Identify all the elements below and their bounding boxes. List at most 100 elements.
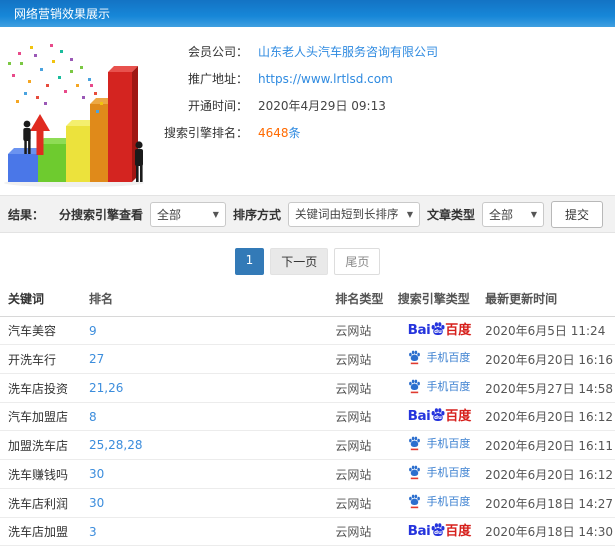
chevron-down-icon: ▼ <box>212 209 219 219</box>
updated-cell: 2020年6月18日 14:30 <box>483 517 615 546</box>
promo-url-label: 推广地址： <box>187 72 248 86</box>
sort-filter-label: 排序方式 <box>232 207 281 222</box>
open-time-value: 2020年4月29日 09:13 <box>258 99 386 113</box>
baidu-paw-icon: du <box>431 407 445 421</box>
rank-link[interactable]: 8 <box>89 410 97 424</box>
open-time-label: 开通时间： <box>187 99 248 113</box>
table-row: 汽车美容 9 云网站 Bai du 百度 2020年6月5日 11:24 <box>0 316 615 345</box>
rank-link[interactable]: 27 <box>89 352 104 366</box>
info-row-ranking-count: 搜索引擎排名： 4648 条 <box>152 119 615 146</box>
mobile-baidu-paw-icon <box>409 494 421 509</box>
mobile-baidu-paw-icon <box>409 436 421 451</box>
header-rank: 排名 <box>87 281 334 317</box>
rank-cell: 21,26 <box>87 373 334 403</box>
table-row: 洗车店投资 21,26 云网站 Bai du 百度 <box>0 373 615 403</box>
baidu-logo-text-cn: 百度 <box>445 323 472 338</box>
baidu-logo: Bai du 百度 <box>408 522 472 540</box>
info-row-company: 会员公司： 山东老人头汽车服务咨询有限公司 <box>152 38 615 65</box>
article-type-select-value: 全部 <box>488 207 513 222</box>
mobile-baidu-text: 手机百度 <box>426 495 471 508</box>
rank-cell: 30 <box>87 488 334 518</box>
header-keyword: 关键词 <box>0 281 88 317</box>
baidu-logo: Bai du 百度 <box>407 321 472 339</box>
mobile-baidu-text: 手机百度 <box>426 351 471 364</box>
bar-chart-illustration <box>0 32 152 189</box>
header-updated: 最新更新时间 <box>483 281 615 317</box>
company-link[interactable]: 山东老人头汽车服务咨询有限公司 <box>258 43 438 60</box>
page-1-button[interactable]: 1 <box>234 248 265 275</box>
mobile-baidu-logo: 手机百度 <box>408 436 470 451</box>
article-type-label: 文章类型 <box>426 207 475 222</box>
baidu-logo: Bai du 百度 <box>407 407 472 425</box>
rank-link[interactable]: 9 <box>89 324 97 338</box>
rank-type-cell: 云网站 <box>333 488 396 518</box>
submit-button[interactable]: 提交 <box>550 200 603 228</box>
table-row: 汽车加盟店 8 云网站 Bai du 百度 2020年6月20日 16:12 <box>0 402 615 431</box>
updated-cell: 2020年6月20日 16:16 <box>483 344 615 374</box>
rank-cell: 25,28,28 <box>87 430 334 460</box>
baidu-logo-text-cn: 百度 <box>445 409 472 424</box>
rank-type-cell: 云网站 <box>333 517 396 546</box>
mobile-baidu-text: 手机百度 <box>426 466 471 479</box>
ranking-count-label: 搜索引擎排名： <box>163 126 248 140</box>
ranking-count-value: 4648 <box>258 125 289 140</box>
keyword-cell: 洗车店加盟 <box>0 517 88 546</box>
keyword-cell: 开洗车行 <box>0 344 88 374</box>
mobile-baidu-text: 手机百度 <box>426 437 471 450</box>
last-page-button[interactable]: 尾页 <box>334 248 381 275</box>
rank-link[interactable]: 25,28,28 <box>89 438 142 452</box>
mobile-baidu-logo: 手机百度 <box>408 379 470 394</box>
rank-type-cell: 云网站 <box>333 402 396 431</box>
table-row: 洗车店加盟 3 云网站 Bai du 百度 2020年6月18日 14:30 <box>0 517 615 546</box>
rank-type-cell: 云网站 <box>333 316 396 345</box>
keyword-cell: 洗车店投资 <box>0 373 88 403</box>
chevron-down-icon: ▼ <box>530 209 537 219</box>
page-title: 网络营销效果展示 <box>14 7 111 21</box>
sort-select-value: 关键词由短到长排序 <box>294 207 399 221</box>
confetti-dots <box>8 44 103 113</box>
promo-url-link[interactable]: https://www.lrtlsd.com <box>258 72 393 86</box>
header-rank-type: 排名类型 <box>333 281 396 317</box>
rank-link[interactable]: 3 <box>89 525 97 539</box>
baidu-logo-text-bai: Bai <box>407 321 431 338</box>
engine-cell: Bai du 百度 <box>395 459 484 489</box>
rank-type-cell: 云网站 <box>333 344 396 374</box>
filter-controls: 分搜索引擎查看 全部 ▼ 排序方式 关键词由短到长排序 ▼ 文章类型 全部 ▼ … <box>58 200 603 228</box>
engine-cell: Bai du 百度 <box>395 344 484 374</box>
updated-cell: 2020年6月5日 11:24 <box>483 316 615 345</box>
rank-link[interactable]: 30 <box>89 496 104 510</box>
chevron-down-icon: ▼ <box>406 209 413 219</box>
next-page-button[interactable]: 下一页 <box>270 248 329 275</box>
mobile-baidu-logo: 手机百度 <box>408 350 470 365</box>
baidu-logo-text-bai: Bai <box>407 407 431 424</box>
keyword-cell: 洗车店利润 <box>0 488 88 518</box>
rank-cell: 27 <box>87 344 334 374</box>
company-label: 会员公司： <box>187 45 248 59</box>
table-row: 开洗车行 27 云网站 Bai du 百度 <box>0 344 615 374</box>
updated-cell: 2020年5月27日 14:58 <box>483 373 615 403</box>
rank-link[interactable]: 21,26 <box>89 381 123 395</box>
ranking-count-unit[interactable]: 条 <box>289 124 301 141</box>
keyword-cell: 汽车加盟店 <box>0 402 88 431</box>
mobile-baidu-paw-icon <box>409 379 421 394</box>
engine-select-value: 全部 <box>156 207 181 222</box>
svg-text:du: du <box>434 415 442 421</box>
svg-text:du: du <box>434 530 442 536</box>
updated-cell: 2020年6月18日 14:27 <box>483 488 615 518</box>
svg-text:du: du <box>434 329 442 335</box>
baidu-logo-text-cn: 百度 <box>445 524 472 539</box>
engine-cell: Bai du 百度 <box>395 517 484 546</box>
rank-link[interactable]: 30 <box>89 467 104 481</box>
info-row-url: 推广地址： https://www.lrtlsd.com <box>152 65 615 92</box>
rank-type-cell: 云网站 <box>333 430 396 460</box>
updated-cell: 2020年6月20日 16:12 <box>483 402 615 431</box>
sort-select[interactable]: 关键词由短到长排序 ▼ <box>287 201 420 227</box>
mobile-baidu-paw-icon <box>409 350 421 365</box>
mobile-baidu-logo: 手机百度 <box>408 465 470 480</box>
rank-type-cell: 云网站 <box>333 373 396 403</box>
info-row-open-time: 开通时间： 2020年4月29日 09:13 <box>152 92 615 119</box>
engine-filter-label: 分搜索引擎查看 <box>58 207 143 222</box>
engine-select[interactable]: 全部 ▼ <box>149 201 226 227</box>
bar-red <box>108 66 138 182</box>
article-type-select[interactable]: 全部 ▼ <box>481 201 544 227</box>
